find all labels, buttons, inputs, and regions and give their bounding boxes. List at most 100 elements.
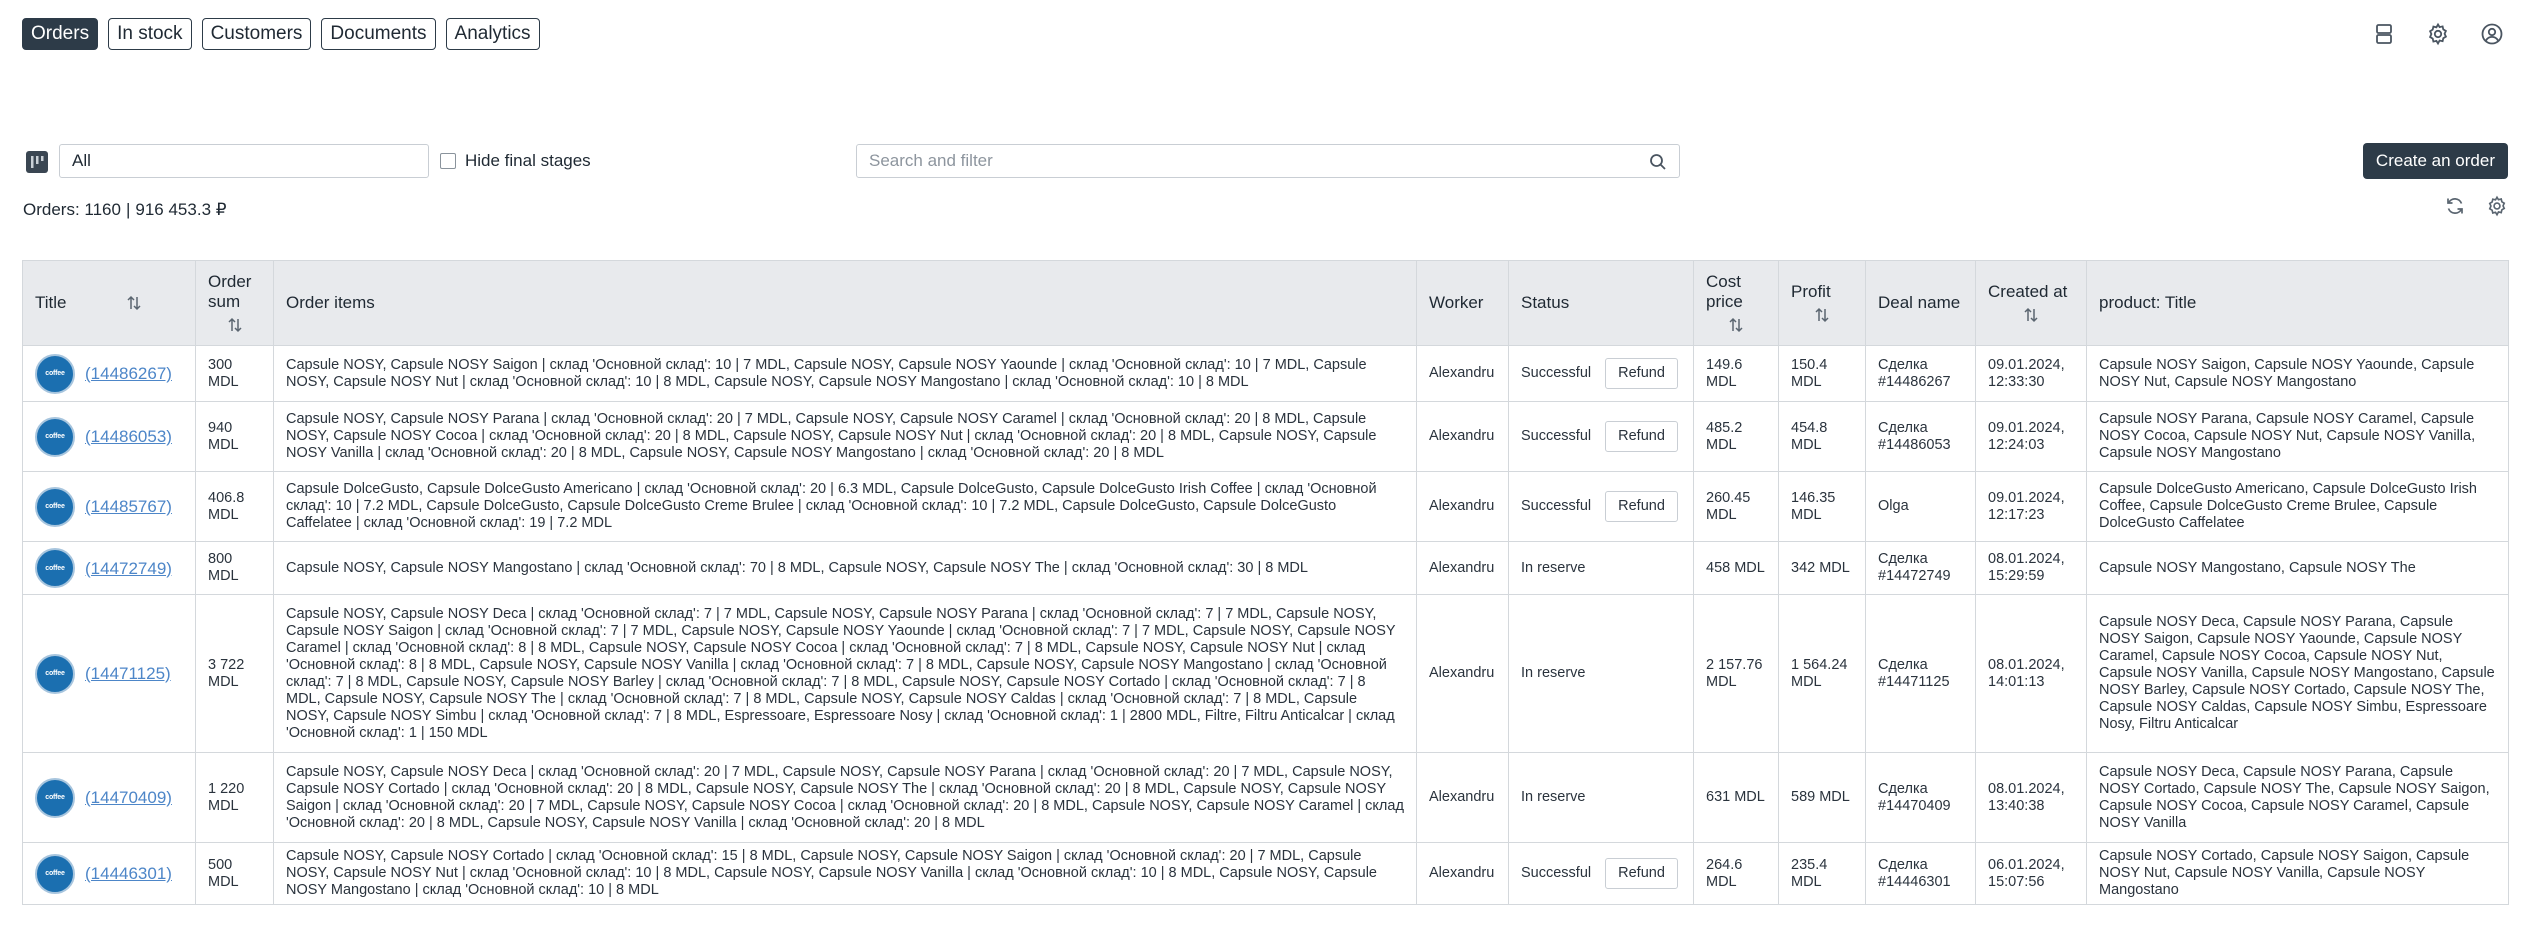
order-id-link[interactable]: (14486053) <box>85 428 172 445</box>
status-text: Successful <box>1521 498 1592 514</box>
cell-order-sum: 500 MDL <box>195 842 274 905</box>
sort-icon[interactable] <box>226 316 244 334</box>
cell-order-sum: 300 MDL <box>195 345 274 402</box>
cell-status: Successful Refund <box>1508 401 1694 472</box>
orders-table: Title Order sum Order items Worker Statu… <box>22 260 2509 905</box>
column-header-created-at[interactable]: Created at <box>1975 260 2087 346</box>
status-text: In reserve <box>1521 665 1586 681</box>
cell-order-items: Capsule NOSY, Capsule NOSY Deca | склад … <box>273 752 1417 843</box>
cell-product-title: Capsule NOSY Mangostano, Capsule NOSY Th… <box>2086 541 2509 595</box>
cell-title: coffee (14472749) <box>22 541 196 595</box>
sort-icon[interactable] <box>1727 316 1745 334</box>
kanban-view-icon[interactable] <box>26 151 48 173</box>
cell-created-at: 08.01.2024, 15:29:59 <box>1975 541 2087 595</box>
tab-documents[interactable]: Documents <box>321 18 436 50</box>
cell-order-items: Capsule NOSY, Capsule NOSY Cortado | скл… <box>273 842 1417 905</box>
refund-button[interactable]: Refund <box>1605 358 1678 389</box>
order-id-link[interactable]: (14485767) <box>85 498 172 515</box>
search-icon[interactable] <box>1649 153 1667 171</box>
column-header-worker[interactable]: Worker <box>1416 260 1509 346</box>
cell-profit: 146.35 MDL <box>1778 471 1866 542</box>
orders-table-body: coffee (14486267) 300 MDL Capsule NOSY, Cap… <box>22 345 2509 905</box>
table-settings-gear-icon[interactable] <box>2486 195 2508 217</box>
order-id-link[interactable]: (14486267) <box>85 365 172 382</box>
product-avatar: coffee <box>35 777 75 818</box>
refund-button[interactable]: Refund <box>1605 491 1678 522</box>
cell-order-sum: 800 MDL <box>195 541 274 595</box>
sort-icon[interactable] <box>125 294 143 312</box>
table-header-row: Title Order sum Order items Worker Statu… <box>22 260 2509 346</box>
column-header-status[interactable]: Status <box>1508 260 1694 346</box>
search-input[interactable] <box>857 145 1641 177</box>
gear-icon[interactable] <box>2426 22 2450 46</box>
cell-title: coffee (14485767) <box>22 471 196 542</box>
cell-created-at: 08.01.2024, 13:40:38 <box>1975 752 2087 843</box>
cell-profit: 342 MDL <box>1778 541 1866 595</box>
table-row[interactable]: coffee (14471125) 3 722 MDL Capsule NOSY, C… <box>22 594 2509 753</box>
table-row[interactable]: coffee (14485767) 406.8 MDL Capsule DolceGu… <box>22 471 2509 542</box>
cell-order-sum: 1 220 MDL <box>195 752 274 843</box>
sort-icon[interactable] <box>2022 306 2040 324</box>
cell-created-at: 09.01.2024, 12:33:30 <box>1975 345 2087 402</box>
column-header-profit[interactable]: Profit <box>1778 260 1866 346</box>
cell-status: Successful Refund <box>1508 471 1694 542</box>
cell-deal-name: Сделка #14471125 <box>1865 594 1976 753</box>
order-id-link[interactable]: (14446301) <box>85 865 172 882</box>
orders-total: 916 453.3 ₽ <box>135 200 227 219</box>
cell-created-at: 06.01.2024, 15:07:56 <box>1975 842 2087 905</box>
hide-final-stages-label: Hide final stages <box>465 151 591 170</box>
tab-customers[interactable]: Customers <box>201 18 312 50</box>
cell-title: coffee (14446301) <box>22 842 196 905</box>
refund-button[interactable]: Refund <box>1605 421 1678 452</box>
cell-order-sum: 940 MDL <box>195 401 274 472</box>
tab-orders[interactable]: Orders <box>22 18 99 50</box>
column-header-title[interactable]: Title <box>22 260 196 346</box>
cell-profit: 150.4 MDL <box>1778 345 1866 402</box>
cell-product-title: Capsule NOSY Saigon, Capsule NOSY Yaound… <box>2086 345 2509 402</box>
column-order-sum-label: Order sum <box>208 272 252 311</box>
cell-cost-price: 2 157.76 MDL <box>1693 594 1779 753</box>
column-header-deal-name[interactable]: Deal name <box>1865 260 1976 346</box>
column-header-order-items[interactable]: Order items <box>273 260 1417 346</box>
sort-icon[interactable] <box>1813 306 1831 324</box>
refund-button[interactable]: Refund <box>1605 858 1678 889</box>
cell-worker: Alexandru <box>1416 594 1509 753</box>
cell-status: In reserve <box>1508 752 1694 843</box>
column-header-cost-price[interactable]: Cost price <box>1693 260 1779 346</box>
cell-title: coffee (14471125) <box>22 594 196 753</box>
cell-order-sum: 3 722 MDL <box>195 594 274 753</box>
hide-final-stages-toggle: Hide final stages <box>440 151 591 171</box>
refresh-icon[interactable] <box>2444 195 2466 217</box>
cell-deal-name: Сделка #14446301 <box>1865 842 1976 905</box>
create-order-button[interactable]: Create an order <box>2362 143 2508 179</box>
status-text: Successful <box>1521 865 1592 881</box>
table-row[interactable]: coffee (14472749) 800 MDL Capsule NOSY, Cap… <box>22 541 2509 595</box>
cell-order-sum: 406.8 MDL <box>195 471 274 542</box>
table-row[interactable]: coffee (14446301) 500 MDL Capsule NOSY, Cap… <box>22 842 2509 905</box>
search-box <box>856 144 1680 178</box>
cell-status: In reserve <box>1508 541 1694 595</box>
stage-filter-select[interactable]: All <box>59 144 429 178</box>
layout-icon[interactable] <box>2372 22 2396 46</box>
hide-final-stages-checkbox[interactable] <box>440 153 456 169</box>
tab-analytics[interactable]: Analytics <box>445 18 540 50</box>
product-avatar: coffee <box>35 548 75 588</box>
cell-product-title: Capsule NOSY Cortado, Capsule NOSY Saigo… <box>2086 842 2509 905</box>
table-row[interactable]: coffee (14486267) 300 MDL Capsule NOSY, Cap… <box>22 345 2509 402</box>
cell-profit: 454.8 MDL <box>1778 401 1866 472</box>
order-id-link[interactable]: (14470409) <box>85 789 172 806</box>
table-tools <box>2444 195 2508 217</box>
user-account-icon[interactable] <box>2480 22 2504 46</box>
orders-count: Orders: 1160 <box>23 200 121 219</box>
cell-cost-price: 485.2 MDL <box>1693 401 1779 472</box>
table-row[interactable]: coffee (14470409) 1 220 MDL Capsule NOSY, C… <box>22 752 2509 843</box>
tab-in-stock[interactable]: In stock <box>108 18 192 50</box>
cell-title: coffee (14470409) <box>22 752 196 843</box>
status-text: In reserve <box>1521 789 1586 805</box>
order-id-link[interactable]: (14471125) <box>85 665 171 682</box>
cell-order-items: Capsule NOSY, Capsule NOSY Saigon | скла… <box>273 345 1417 402</box>
order-id-link[interactable]: (14472749) <box>85 560 172 577</box>
table-row[interactable]: coffee (14486053) 940 MDL Capsule NOSY, Cap… <box>22 401 2509 472</box>
column-header-order-sum[interactable]: Order sum <box>195 260 274 346</box>
column-header-product-title[interactable]: product: Title <box>2086 260 2509 346</box>
